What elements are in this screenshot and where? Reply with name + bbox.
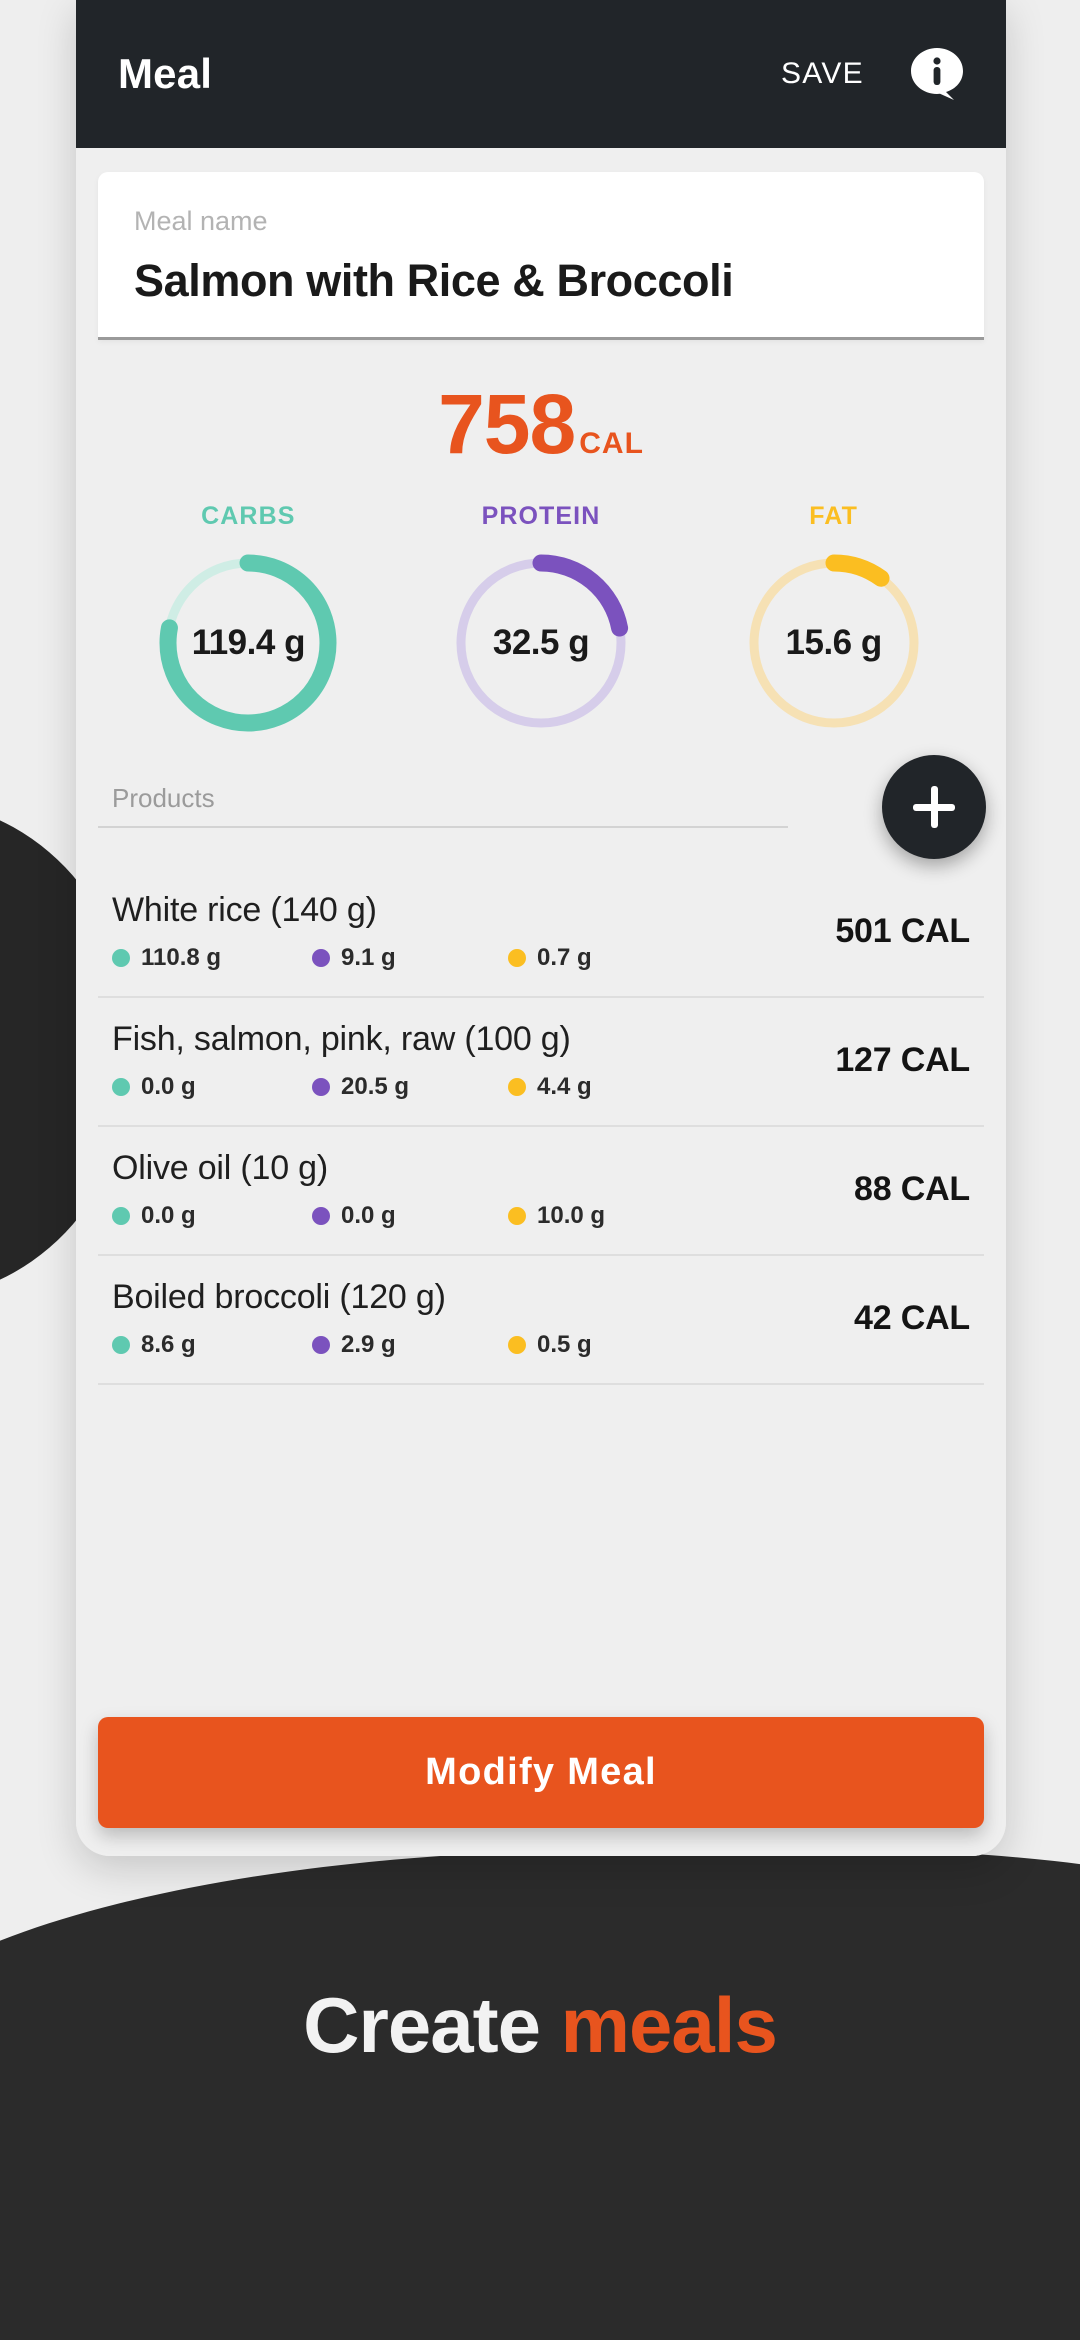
product-fat: 0.5 g xyxy=(508,1331,592,1359)
product-macros: 8.6 g 2.9 g 0.5 g xyxy=(112,1331,854,1359)
product-carbs: 110.8 g xyxy=(112,944,312,972)
meal-name-value[interactable]: Salmon with Rice & Broccoli xyxy=(134,255,948,307)
product-macros: 0.0 g 20.5 g 4.4 g xyxy=(112,1073,835,1101)
macro-fat-ring: 15.6 g xyxy=(740,549,928,737)
product-name: Fish, salmon, pink, raw (100 g) xyxy=(112,1020,571,1058)
protein-dot-icon xyxy=(312,1078,330,1096)
protein-dot-icon xyxy=(312,1207,330,1225)
table-row[interactable]: White rice (140 g) 110.8 g 9.1 g 0.7 g 5… xyxy=(98,869,984,998)
product-carbs: 0.0 g xyxy=(112,1202,312,1230)
product-fat: 4.4 g xyxy=(508,1073,592,1101)
product-carbs: 0.0 g xyxy=(112,1073,312,1101)
page-title: Meal xyxy=(118,50,213,97)
meal-name-label: Meal name xyxy=(134,206,268,236)
carbs-dot-icon xyxy=(112,949,130,967)
decorative-blob-bottom xyxy=(0,1850,1080,2340)
product-list: White rice (140 g) 110.8 g 9.1 g 0.7 g 5… xyxy=(98,869,984,1385)
product-fat: 10.0 g xyxy=(508,1202,605,1230)
macro-fat-label: FAT xyxy=(809,502,858,530)
product-calories: 88 CAL xyxy=(854,1170,970,1208)
product-carbs-value: 0.0 g xyxy=(141,1202,196,1229)
table-row[interactable]: Boiled broccoli (120 g) 8.6 g 2.9 g 0.5 … xyxy=(98,1256,984,1385)
product-info: White rice (140 g) 110.8 g 9.1 g 0.7 g xyxy=(112,891,835,972)
macro-carbs: CARBS 119.4 g xyxy=(128,502,368,737)
product-protein: 9.1 g xyxy=(312,944,508,972)
hero-caption: Create meals xyxy=(0,1980,1080,2071)
product-protein: 2.9 g xyxy=(312,1331,508,1359)
product-fat-value: 4.4 g xyxy=(537,1073,592,1100)
product-carbs: 8.6 g xyxy=(112,1331,312,1359)
macro-fat-value: 15.6 g xyxy=(785,623,883,662)
macro-ring-group: CARBS 119.4 g PROTEIN 32.5 g FAT 15.6 g xyxy=(76,502,1006,737)
meal-name-field[interactable]: Meal name Salmon with Rice & Broccoli xyxy=(98,172,984,340)
fat-dot-icon xyxy=(508,1078,526,1096)
product-info: Boiled broccoli (120 g) 8.6 g 2.9 g 0.5 … xyxy=(112,1278,854,1359)
fat-dot-icon xyxy=(508,1336,526,1354)
product-protein-value: 9.1 g xyxy=(341,944,396,971)
product-macros: 110.8 g 9.1 g 0.7 g xyxy=(112,944,835,972)
macro-carbs-ring: 119.4 g xyxy=(154,549,342,737)
product-protein-value: 2.9 g xyxy=(341,1331,396,1358)
product-protein: 0.0 g xyxy=(312,1202,508,1230)
product-name: Olive oil (10 g) xyxy=(112,1149,328,1187)
total-calories: 758 CAL xyxy=(76,382,1006,466)
product-name: Boiled broccoli (120 g) xyxy=(112,1278,446,1316)
fat-dot-icon xyxy=(508,1207,526,1225)
product-calories: 42 CAL xyxy=(854,1299,970,1337)
app-bar: Meal SAVE xyxy=(76,0,1006,148)
product-protein-value: 0.0 g xyxy=(341,1202,396,1229)
table-row[interactable]: Olive oil (10 g) 0.0 g 0.0 g 10.0 g 88 C… xyxy=(98,1127,984,1256)
product-info: Olive oil (10 g) 0.0 g 0.0 g 10.0 g xyxy=(112,1149,854,1230)
add-product-button[interactable] xyxy=(882,755,986,859)
macro-protein-ring: 32.5 g xyxy=(447,549,635,737)
carbs-dot-icon xyxy=(112,1207,130,1225)
macro-protein: PROTEIN 32.5 g xyxy=(421,502,661,737)
product-fat-value: 0.5 g xyxy=(537,1331,592,1358)
products-label: Products xyxy=(98,783,788,828)
product-info: Fish, salmon, pink, raw (100 g) 0.0 g 20… xyxy=(112,1020,835,1101)
product-calories: 501 CAL xyxy=(835,912,970,950)
product-carbs-value: 110.8 g xyxy=(141,944,222,971)
info-bubble-icon[interactable] xyxy=(908,45,966,103)
product-protein: 20.5 g xyxy=(312,1073,508,1101)
product-name: White rice (140 g) xyxy=(112,891,377,929)
plus-icon-vertical xyxy=(930,786,938,828)
fat-dot-icon xyxy=(508,949,526,967)
total-calories-unit: CAL xyxy=(579,427,644,460)
carbs-dot-icon xyxy=(112,1336,130,1354)
modify-meal-button[interactable]: Modify Meal xyxy=(98,1717,984,1828)
protein-dot-icon xyxy=(312,1336,330,1354)
save-button[interactable]: SAVE xyxy=(781,57,864,91)
product-fat-value: 10.0 g xyxy=(537,1202,606,1229)
product-calories: 127 CAL xyxy=(835,1041,970,1079)
product-carbs-value: 8.6 g xyxy=(141,1331,196,1358)
product-protein-value: 20.5 g xyxy=(341,1073,410,1100)
hero-caption-accent: meals xyxy=(560,1981,778,2069)
macro-carbs-label: CARBS xyxy=(201,502,296,530)
app-body: Meal name Salmon with Rice & Broccoli 75… xyxy=(76,172,1006,1856)
macro-carbs-value: 119.4 g xyxy=(191,623,306,662)
product-fat-value: 0.7 g xyxy=(537,944,592,971)
modify-meal-container: Modify Meal xyxy=(98,1717,984,1828)
protein-dot-icon xyxy=(312,949,330,967)
macro-protein-value: 32.5 g xyxy=(492,623,590,662)
total-calories-value: 758 xyxy=(438,377,576,471)
screen-root: Create meals Meal SAVE Meal name Salmon … xyxy=(0,0,1080,2340)
macro-fat: FAT 15.6 g xyxy=(714,502,954,737)
hero-caption-white: Create xyxy=(303,1981,541,2069)
phone-screen-card: Meal SAVE Meal name Salmon with Rice & B… xyxy=(76,0,1006,1856)
macro-protein-label: PROTEIN xyxy=(481,502,601,530)
carbs-dot-icon xyxy=(112,1078,130,1096)
table-row[interactable]: Fish, salmon, pink, raw (100 g) 0.0 g 20… xyxy=(98,998,984,1127)
products-header: Products xyxy=(98,755,986,859)
product-macros: 0.0 g 0.0 g 10.0 g xyxy=(112,1202,854,1230)
product-carbs-value: 0.0 g xyxy=(141,1073,196,1100)
product-fat: 0.7 g xyxy=(508,944,592,972)
